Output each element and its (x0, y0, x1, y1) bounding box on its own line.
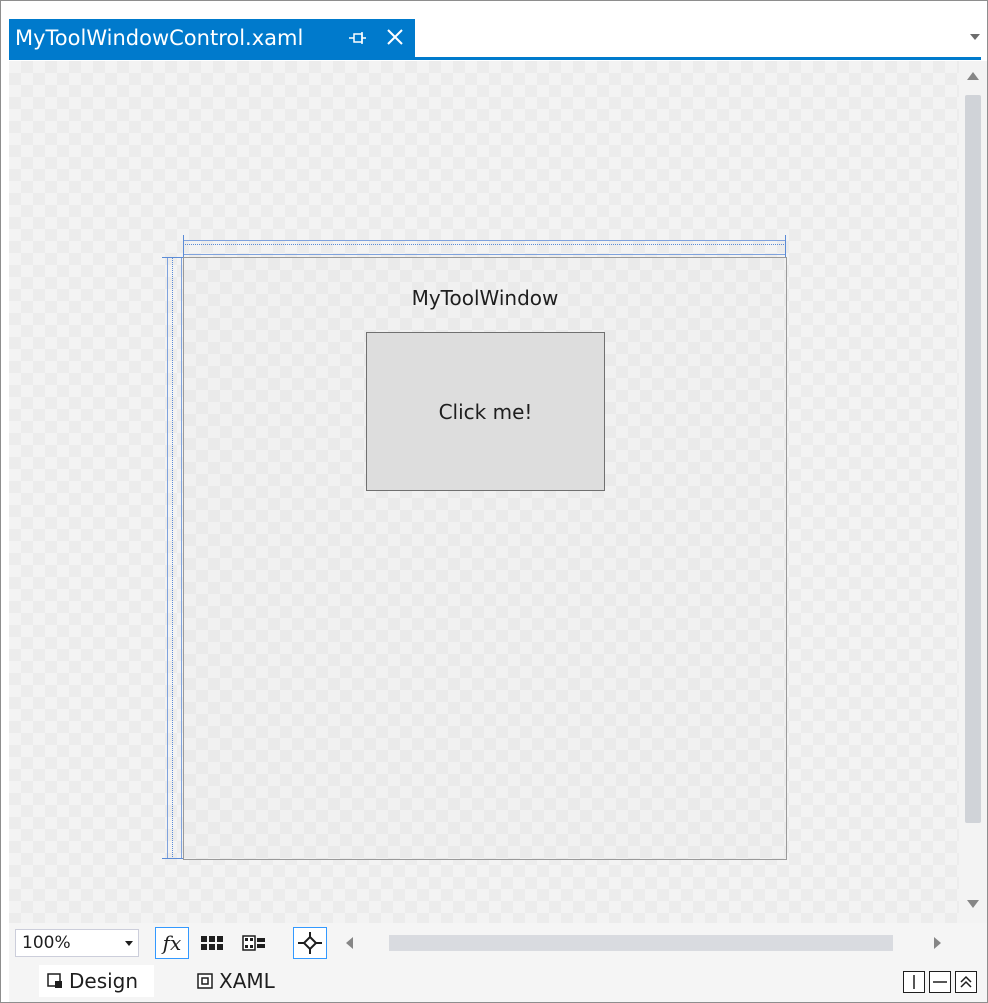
vertical-scrollbar[interactable] (959, 61, 987, 923)
vertical-size-guide[interactable] (162, 257, 184, 859)
zoom-value: 100% (22, 933, 71, 953)
document-tab[interactable]: MyToolWindowControl.xaml (9, 19, 415, 57)
horizontal-scroll-thumb[interactable] (389, 935, 893, 951)
vertical-guide-line (172, 257, 173, 859)
horizontal-guide-line (183, 244, 786, 245)
chevron-down-icon[interactable] (120, 940, 138, 946)
fx-icon[interactable]: fx (155, 927, 189, 959)
vertical-scroll-thumb[interactable] (965, 95, 981, 823)
tab-overflow-dropdown-icon[interactable] (967, 29, 983, 45)
click-me-button[interactable]: Click me! (366, 332, 605, 491)
grid-icon[interactable] (195, 927, 229, 959)
xaml-view-icon (197, 973, 213, 989)
pane-layout-buttons (899, 971, 977, 993)
scroll-up-icon[interactable] (965, 69, 981, 83)
user-control-title[interactable]: MyToolWindow (184, 286, 786, 310)
grid-icon-dots (201, 936, 223, 950)
scroll-left-icon[interactable] (343, 935, 355, 951)
designer-toolbar: 100% fx (9, 923, 987, 963)
design-view-icon (47, 973, 63, 989)
document-tab-title: MyToolWindowControl.xaml (15, 26, 304, 50)
tab-underline (9, 57, 981, 60)
pin-icon[interactable] (345, 25, 371, 51)
zoom-combobox[interactable]: 100% (15, 929, 139, 957)
close-icon[interactable] (381, 23, 409, 51)
scroll-down-icon[interactable] (965, 897, 981, 911)
tab-design[interactable]: Design (39, 965, 155, 997)
artboard-background-icon[interactable] (237, 927, 271, 959)
user-control[interactable]: MyToolWindow Click me! (183, 257, 787, 860)
collapse-pane-icon[interactable] (955, 971, 977, 993)
vertical-guide-top-tick (162, 257, 184, 258)
view-switcher-bar: Design XAML (9, 963, 987, 1002)
horizontal-guide-right-tick (785, 235, 786, 257)
vertical-split-icon[interactable] (903, 971, 925, 993)
horizontal-split-icon[interactable] (929, 971, 951, 993)
designer-window: MyToolWindowControl.xaml MyToolWindow Cl… (0, 0, 988, 1003)
tab-design-label: Design (69, 969, 139, 993)
vertical-guide-bottom-tick (162, 858, 184, 859)
tab-xaml[interactable]: XAML (189, 965, 283, 997)
scroll-right-icon[interactable] (931, 935, 943, 951)
snap-icon[interactable] (293, 927, 327, 959)
horizontal-size-guide[interactable] (183, 235, 786, 257)
horizontal-guide-left-tick (183, 235, 184, 257)
tab-xaml-label: XAML (219, 969, 275, 993)
document-tab-strip: MyToolWindowControl.xaml (1, 1, 987, 61)
